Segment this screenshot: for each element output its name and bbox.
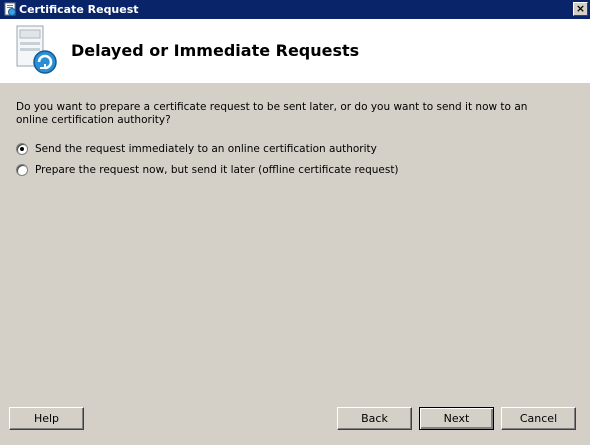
option-send-now-label[interactable]: Send the request immediately to an onlin…: [35, 143, 377, 155]
radio-send-later[interactable]: [16, 164, 28, 176]
certificate-request-dialog: Certificate Request × Delayed or Immedia…: [0, 0, 590, 445]
certificate-request-icon: [16, 25, 57, 74]
option-send-later[interactable]: Prepare the request now, but send it lat…: [16, 162, 399, 178]
option-send-now[interactable]: Send the request immediately to an onlin…: [16, 141, 377, 157]
question-text: Do you want to prepare a certificate req…: [16, 101, 528, 126]
option-send-later-label[interactable]: Prepare the request now, but send it lat…: [35, 164, 399, 176]
page-title: Delayed or Immediate Requests: [71, 41, 360, 60]
next-button[interactable]: Next: [419, 407, 494, 430]
help-button[interactable]: Help: [9, 407, 84, 430]
radio-send-now[interactable]: [16, 143, 28, 155]
window-title: Certificate Request: [19, 3, 139, 16]
wizard-content: Do you want to prepare a certificate req…: [0, 83, 590, 383]
cancel-button[interactable]: Cancel: [501, 407, 576, 430]
certificate-icon: [4, 2, 16, 16]
back-button[interactable]: Back: [337, 407, 412, 430]
close-button[interactable]: ×: [573, 2, 588, 16]
title-bar[interactable]: Certificate Request ×: [0, 0, 590, 19]
wizard-header: Delayed or Immediate Requests: [0, 19, 590, 83]
